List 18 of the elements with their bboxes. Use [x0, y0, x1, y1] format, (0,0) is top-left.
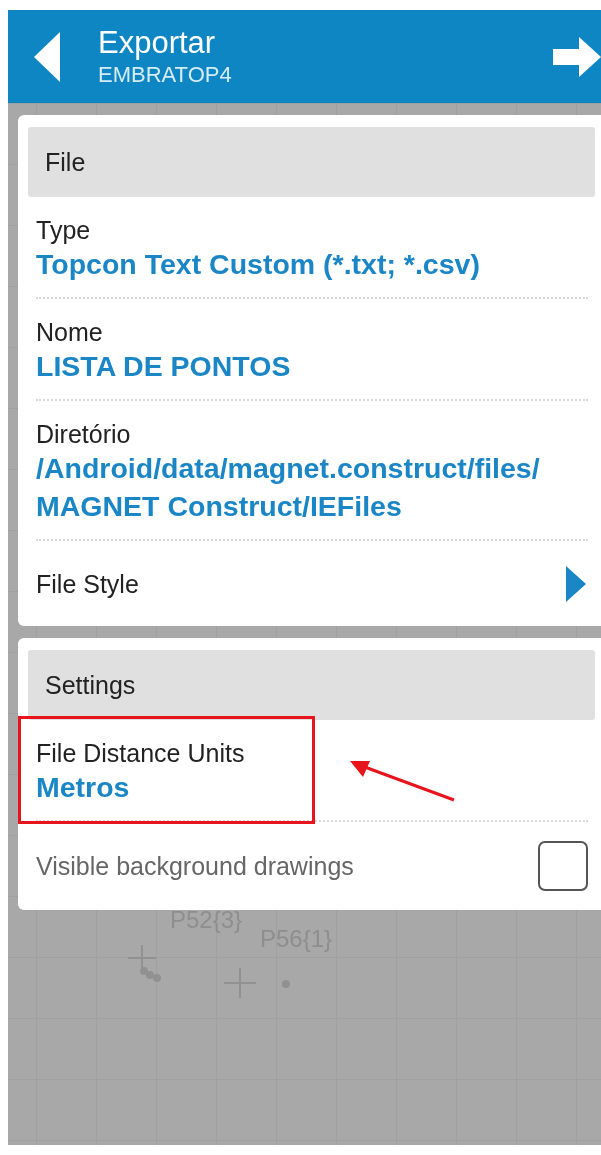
- screen-title: Exportar: [98, 24, 217, 61]
- setting-label: Type: [36, 215, 91, 245]
- setting-label: File Style: [36, 568, 139, 599]
- setting-value: LISTA DE PONTOS: [36, 349, 291, 384]
- checkbox-label: Visible background drawings: [36, 851, 354, 881]
- section-header: File: [28, 127, 595, 197]
- setting-label: File Distance Units: [36, 738, 245, 768]
- setting-label: Diretório: [36, 419, 131, 449]
- setting-label: Nome: [36, 317, 103, 347]
- screen-subtitle: EMBRATOP4: [98, 60, 233, 89]
- section-header: Settings: [28, 650, 595, 720]
- setting-value: /Android/data/magnet.construct/files/MAGNET Construct/IEFiles: [36, 451, 541, 524]
- setting-row[interactable]: File Style: [36, 541, 588, 626]
- setting-row[interactable]: Type Topcon Text Custom (*.txt; *.csv): [36, 197, 588, 299]
- setting-row[interactable]: Nome LISTA DE PONTOS: [36, 299, 588, 401]
- setting-row[interactable]: Diretório /Android/data/magnet.construct/files/MAGNET Construct/IEFiles: [36, 401, 588, 541]
- setting-value: Metros: [36, 770, 130, 805]
- setting-value: Topcon Text Custom (*.txt; *.csv): [36, 247, 480, 282]
